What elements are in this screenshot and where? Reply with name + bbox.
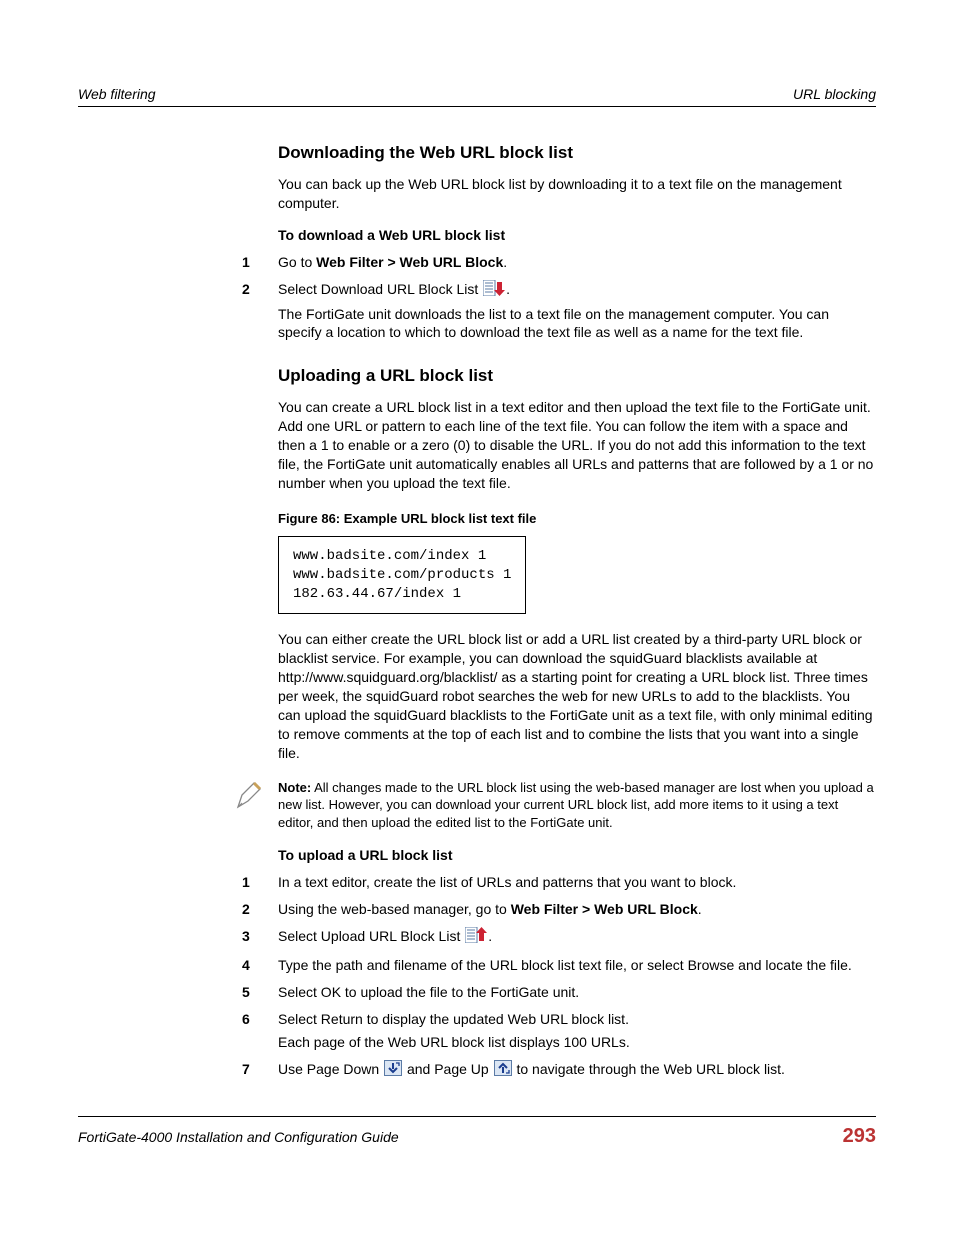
footer-title: FortiGate-4000 Installation and Configur… xyxy=(78,1129,399,1145)
section2-intro: You can create a URL block list in a tex… xyxy=(278,398,876,492)
list-item: 5 Select OK to upload the file to the Fo… xyxy=(278,983,876,1002)
step-number: 1 xyxy=(242,253,278,272)
menu-path: Web Filter > Web URL Block xyxy=(511,901,698,917)
page-down-icon xyxy=(384,1060,402,1081)
header-left: Web filtering xyxy=(78,86,156,102)
list-item: 3 Select Upload URL Block List . xyxy=(278,927,876,948)
section-title-downloading: Downloading the Web URL block list xyxy=(278,143,876,163)
step-text: Select Download URL Block List xyxy=(278,281,482,297)
list-item: 1 In a text editor, create the list of U… xyxy=(278,873,876,892)
page: Web filtering URL blocking Downloading t… xyxy=(0,0,954,1188)
step-body: Select OK to upload the file to the Fort… xyxy=(278,983,876,1002)
step-number: 6 xyxy=(242,1010,278,1052)
menu-path: Web Filter > Web URL Block xyxy=(316,254,503,270)
note-body-text: All changes made to the URL block list u… xyxy=(278,780,874,830)
proc-title-download: To download a Web URL block list xyxy=(278,227,876,243)
download-list-icon xyxy=(483,280,505,301)
page-number: 293 xyxy=(843,1125,876,1148)
step-number: 4 xyxy=(242,956,278,975)
footer-rule xyxy=(78,1116,876,1117)
step-text: Select Return to display the updated Web… xyxy=(278,1011,629,1027)
list-item: 2 Using the web-based manager, go to Web… xyxy=(278,900,876,919)
step-number: 2 xyxy=(242,280,278,343)
step-text: . xyxy=(506,281,510,297)
step-sub-text: Each page of the Web URL block list disp… xyxy=(278,1033,876,1052)
page-header: Web filtering URL blocking xyxy=(78,86,876,102)
note-block: Note: All changes made to the URL block … xyxy=(232,779,876,832)
code-example: www.badsite.com/index 1 www.badsite.com/… xyxy=(278,536,526,615)
step-text: and Page Up xyxy=(407,1061,493,1077)
step-body: Select Return to display the updated Web… xyxy=(278,1010,876,1052)
step-number: 3 xyxy=(242,927,278,948)
header-right: URL blocking xyxy=(793,86,876,102)
note-label: Note: xyxy=(278,780,311,795)
note-text: Note: All changes made to the URL block … xyxy=(278,779,876,832)
section-title-uploading: Uploading a URL block list xyxy=(278,366,876,386)
step-text: Using the web-based manager, go to xyxy=(278,901,511,917)
step-text: Use Page Down xyxy=(278,1061,383,1077)
list-item: 4 Type the path and filename of the URL … xyxy=(278,956,876,975)
content-area: Downloading the Web URL block list You c… xyxy=(278,143,876,1080)
step-number: 7 xyxy=(242,1060,278,1081)
note-pencil-icon xyxy=(232,779,278,832)
step-text: to navigate through the Web URL block li… xyxy=(516,1061,784,1077)
step-body: In a text editor, create the list of URL… xyxy=(278,873,876,892)
list-item: 6 Select Return to display the updated W… xyxy=(278,1010,876,1052)
step-body: Select Upload URL Block List . xyxy=(278,927,876,948)
step-number: 2 xyxy=(242,900,278,919)
list-item: 1 Go to Web Filter > Web URL Block. xyxy=(278,253,876,272)
proc-title-upload: To upload a URL block list xyxy=(278,847,876,863)
step-text: Go to xyxy=(278,254,316,270)
upload-list-icon xyxy=(465,927,487,948)
list-item: 7 Use Page Down and Page Up xyxy=(278,1060,876,1081)
figure-caption: Figure 86: Example URL block list text f… xyxy=(278,511,876,526)
step-body: Select Download URL Block List . The For… xyxy=(278,280,876,343)
step-text: . xyxy=(698,901,702,917)
step-body: Type the path and filename of the URL bl… xyxy=(278,956,876,975)
step-body: Using the web-based manager, go to Web F… xyxy=(278,900,876,919)
step-number: 5 xyxy=(242,983,278,1002)
header-rule xyxy=(78,106,876,107)
page-up-icon xyxy=(494,1060,512,1081)
section1-intro: You can back up the Web URL block list b… xyxy=(278,175,876,213)
list-item: 2 Select Download URL Block List . The F… xyxy=(278,280,876,343)
step-sub-text: The FortiGate unit downloads the list to… xyxy=(278,305,876,343)
step-body: Go to Web Filter > Web URL Block. xyxy=(278,253,876,272)
step-text: Select Upload URL Block List xyxy=(278,928,464,944)
step-text: . xyxy=(503,254,507,270)
step-text: . xyxy=(488,928,492,944)
section2-after: You can either create the URL block list… xyxy=(278,630,876,762)
step-body: Use Page Down and Page Up xyxy=(278,1060,876,1081)
page-footer: FortiGate-4000 Installation and Configur… xyxy=(78,1125,876,1148)
step-number: 1 xyxy=(242,873,278,892)
